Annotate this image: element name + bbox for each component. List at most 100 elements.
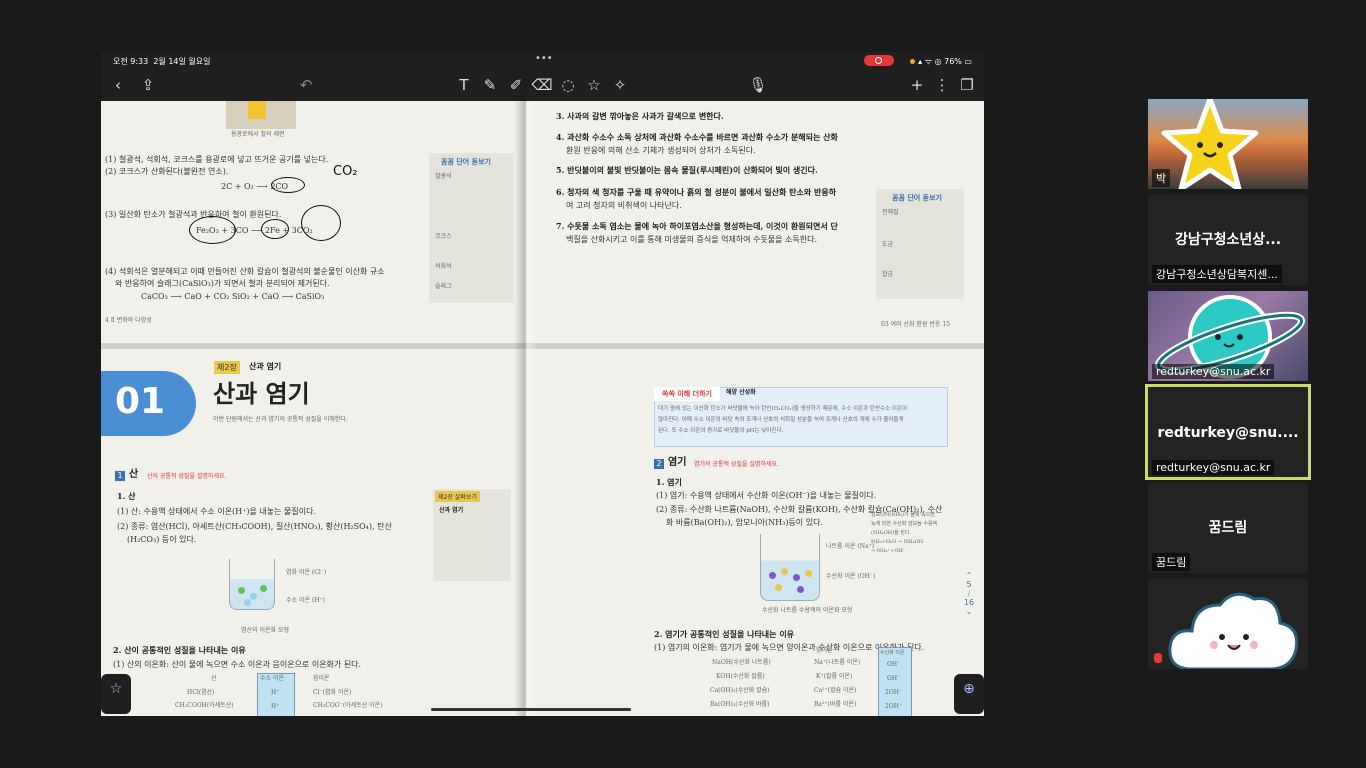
participant-tile[interactable]: redturkey@snu.ac.kr: [1148, 291, 1308, 381]
side-note: 녹게 되면 수산화 암모늄 수용액: [871, 521, 938, 527]
table-cell: Ca(OH)₂(수산화 칼슘): [710, 687, 770, 694]
undo-icon[interactable]: ↶: [295, 75, 317, 95]
ion-table-column: 수산화 이온 OH⁻ OH⁻ 2OH⁻ 2OH⁻: [878, 647, 912, 716]
text-line: (1) 산의 이온화: 산이 물에 녹으면 수소 이온과 음이온으로 이온화가 …: [113, 660, 362, 669]
shared-screen: 오전 9:33 2월 14일 월요일 ••• ▴ ᯤ ◎ 76% ▭ ‹ ⇪ ↶…: [101, 52, 984, 716]
text-line: (1) 산: 수용액 상태에서 수소 이온(H⁺)을 내놓는 물질이다.: [117, 507, 317, 516]
side-note: NH₃+H₂O → NH₄OH: [871, 539, 923, 545]
side-box: 꼼꼼 단어 돋보기 철광석 코크스 석회석 슬래그: [429, 153, 514, 303]
participant-name: 박: [1152, 169, 1171, 187]
page-indicator[interactable]: ⌃ 5 ∕ 16 ⌄: [960, 571, 978, 616]
section-title: 염기: [668, 457, 687, 468]
lasso-icon[interactable]: ◌: [557, 75, 579, 95]
table-cell: NaOH(수산화 나트륨): [712, 659, 771, 666]
table-cell: Ca²⁺(칼슘 이온): [814, 687, 857, 694]
add-icon[interactable]: +: [906, 75, 928, 95]
info-box-tab: 쏙쏙 이해 더하기: [654, 387, 720, 401]
table-cell: H⁺: [271, 689, 280, 696]
figure-caption: 염산의 이온화 모형: [241, 627, 289, 634]
page-top-left: 용광로에서 철의 제련 (1) 철광석, 석회석, 코크스를 용광로에 넣고 뜨…: [101, 101, 526, 343]
table-cell: Cl⁻(염화 이온): [313, 689, 352, 696]
section-number: 1: [115, 471, 125, 481]
chapter-number: 01: [115, 381, 166, 422]
pages-icon[interactable]: ❐: [956, 75, 978, 95]
equation: CaCO₃ ⟶ CaO + CO₂ SiO₂ + CaO ⟶ CaSiO₃: [141, 292, 325, 301]
zoom-icon[interactable]: ⊕: [954, 674, 984, 714]
ion-label: 수소 이온 (H⁺): [286, 597, 325, 604]
page-down-icon[interactable]: ⌄: [960, 607, 978, 616]
table-cell: KOH(수산화 칼륨): [716, 673, 765, 680]
participant-name: 강남구청소년상담복지센...: [1152, 265, 1282, 283]
shapes-icon[interactable]: ☆: [583, 75, 605, 95]
table-cell: 2OH⁻: [885, 689, 903, 696]
back-icon[interactable]: ‹: [107, 75, 129, 95]
table-cell: Ba(OH)₂(수산화 바륨): [710, 701, 770, 708]
pen-icon[interactable]: ✎: [479, 75, 501, 95]
participant-tile[interactable]: [1148, 579, 1308, 669]
participant-tile-active-speaker[interactable]: redturkey@snu.... redturkey@snu.ac.kr: [1145, 384, 1311, 480]
page-top-right: 3. 사과의 갈변 깎아놓은 사과가 갈색으로 변한다. 4. 과산화 수소수 …: [526, 101, 984, 343]
text-line: (4) 석회석은 열분해되고 이때 만들어진 산화 칼슘이 철광석의 불순물인 …: [105, 267, 385, 276]
section-note: 염기의 공통적 성질을 설명하세요.: [694, 461, 779, 468]
side-note: → NH₄⁺+OH⁻: [871, 548, 906, 554]
chapter-tag: 제2장: [214, 361, 240, 374]
participant-tile[interactable]: 강남구청소년상... 강남구청소년상담복지센...: [1148, 195, 1308, 285]
ion-label: 염화 이온 (Cl⁻): [286, 569, 327, 576]
page-footer: 03 여러 산화 환원 반응 15: [881, 321, 950, 328]
text-line: 5. 반딧불이의 불빛 반딧불이는 몸속 물질(루시페린)이 산화되어 빛이 생…: [556, 165, 818, 175]
info-text: 많아진다. 이때 수소 이온의 바닷 속의 조개나 산호의 석회질 성분을 녹여…: [658, 417, 904, 423]
text-line: (1) 염기: 수용액 상태에서 수산화 이온(OH⁻)을 내놓는 물질이다.: [656, 491, 877, 500]
eraser-icon[interactable]: ⌫: [531, 75, 553, 95]
table-cell: CH₃COO⁻(아세트산 이온): [313, 702, 383, 709]
text-tool-icon[interactable]: T: [453, 75, 475, 95]
section-number: 2: [654, 459, 664, 469]
side-box: 꼼꼼 단어 돋보기 전해질 도금 합금: [876, 189, 964, 299]
page-bottom-right: 쏙쏙 이해 더하기 해양 산성화 대기 중에 있는 이산화 탄소가 바닷물에 녹…: [526, 349, 984, 716]
more-options-icon[interactable]: ⋮: [931, 75, 953, 95]
side-item: 코크스: [435, 233, 452, 240]
participant-name: redturkey@snu.ac.kr: [1152, 460, 1275, 475]
total-pages: 16: [963, 598, 975, 607]
side-box-title: 꼼꼼 단어 돋보기: [441, 157, 491, 166]
side-note: (NH₄OH)을 된다.: [871, 530, 912, 536]
side-note: 암모니아(NH₃)가 물에 녹으면: [871, 512, 935, 518]
handwritten-circle: [301, 205, 341, 241]
bookmark-star-icon[interactable]: ☆: [101, 674, 131, 714]
figure-caption: 수산화 나트륨 수용액의 이온화 모형: [762, 607, 853, 614]
chapter-subtitle: 이번 단원에서는 산과 염기의 공통적 성질을 이해한다.: [213, 416, 348, 423]
page-footer: 4 Ⅱ 변화와 다양성: [105, 317, 152, 324]
page-up-icon[interactable]: ⌃: [960, 571, 978, 580]
muted-mic-icon: [1154, 653, 1162, 663]
participant-name: 꿈드림: [1152, 553, 1191, 571]
share-icon[interactable]: ⇪: [137, 75, 159, 95]
side-box-title: 꼼꼼 단어 돋보기: [892, 193, 942, 202]
table-cell: Na⁺(나트륨 이온): [814, 659, 861, 666]
recording-icon[interactable]: [864, 55, 894, 66]
side-item: 합금: [882, 271, 894, 278]
text-line: 백질을 산화시키고 이를 통해 미생물의 증식을 억제하여 수돗물을 소독한다.: [566, 235, 818, 244]
text-line: 6. 청자의 색 청자를 구울 때 유약이나 흙의 철 성분이 불에서 일산화 …: [556, 187, 837, 197]
horizontal-scrollbar[interactable]: [431, 708, 631, 711]
side-item: 석회석: [435, 263, 452, 270]
cloud-sticker-icon: [1168, 592, 1299, 669]
microphone-icon[interactable]: 🎙: [747, 75, 769, 95]
side-item: 철광석: [435, 173, 452, 180]
table-cell: 2OH⁻: [885, 703, 903, 710]
book-spine: [514, 101, 538, 716]
multitask-dots-icon[interactable]: •••: [535, 53, 553, 64]
laser-pointer-icon[interactable]: ✧: [609, 75, 631, 95]
highlighter-icon[interactable]: ✐: [505, 75, 527, 95]
table-header: 수소 이온: [260, 675, 284, 682]
participant-tile[interactable]: 박: [1148, 99, 1308, 189]
text-line: 2. 염기가 공통적인 성질을 나타내는 이유: [654, 629, 795, 639]
star-sticker-icon: [1161, 99, 1259, 189]
document-view[interactable]: 용광로에서 철의 제련 (1) 철광석, 석회석, 코크스를 용광로에 넣고 뜨…: [101, 101, 984, 716]
text-line: 4. 과산화 수소수 소독 상처에 과산화 수소수를 바르면 과산화 수소가 분…: [556, 132, 838, 142]
handwritten-note: CO₂: [333, 164, 358, 179]
participant-tile[interactable]: 꿈드림 꿈드림: [1148, 483, 1308, 573]
text-line: 1. 산: [117, 491, 136, 501]
table-header: 양이온: [816, 647, 833, 654]
text-line: 1. 염기: [656, 477, 682, 487]
table-cell: Ba²⁺(바륨 이온): [814, 701, 857, 708]
table-cell: OH⁻: [887, 675, 901, 682]
